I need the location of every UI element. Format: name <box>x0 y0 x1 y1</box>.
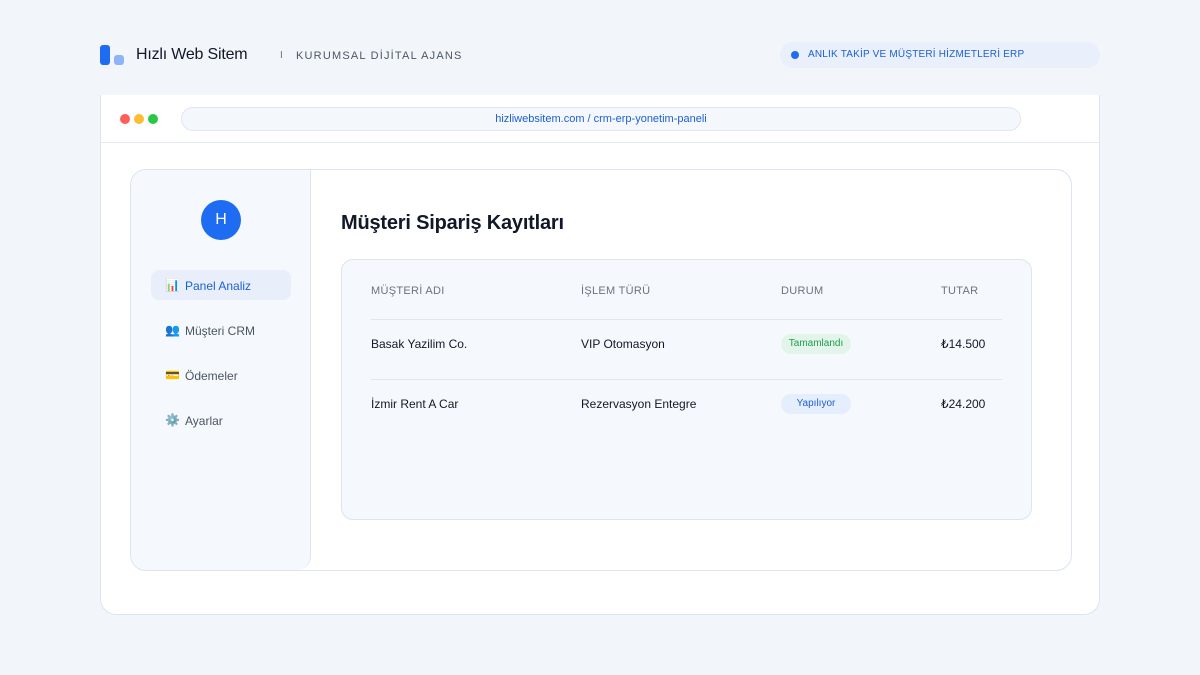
amount: ₺24.200 <box>941 397 986 411</box>
brand-separator: I <box>280 50 283 61</box>
operation-type: VIP Otomasyon <box>581 337 665 351</box>
page-title: Müşteri Sipariş Kayıtları <box>341 212 564 234</box>
column-header-customer[interactable]: MÜŞTERİ ADI <box>371 285 445 297</box>
sidebar-item-label: Müşteri CRM <box>185 324 256 338</box>
sidebar-item-label: Ayarlar <box>185 414 223 428</box>
top-header: Hızlı Web Sitem I KURUMSAL DİJİTAL AJANS… <box>100 42 1100 68</box>
close-window-icon[interactable] <box>120 114 130 124</box>
column-header-status[interactable]: DURUM <box>781 285 823 297</box>
users-icon: 👥 <box>165 323 180 337</box>
orders-table: MÜŞTERİ ADI İŞLEM TÜRÜ DURUM TUTAR Basak… <box>341 259 1032 520</box>
browser-toolbar: hizliwebsitem.com / crm-erp-yonetim-pane… <box>101 95 1099 143</box>
credit-card-icon: 💳 <box>165 368 180 382</box>
row-divider <box>371 319 1002 320</box>
customer-name: İzmir Rent A Car <box>371 397 459 411</box>
status-badge: Yapılıyor <box>781 394 851 414</box>
bar-chart-icon: 📊 <box>165 278 180 292</box>
brand-name[interactable]: Hızlı Web Sitem <box>136 46 248 64</box>
erp-app: H 📊 Panel Analiz 👥 Müşteri CRM 💳 Ödemele… <box>130 169 1072 571</box>
brand-tagline: KURUMSAL DİJİTAL AJANS <box>296 50 463 62</box>
sidebar-item-label: Ödemeler <box>185 369 238 383</box>
status-pill-text: ANLIK TAKİP VE MÜŞTERİ HİZMETLERİ ERP <box>808 49 1025 60</box>
sidebar: H 📊 Panel Analiz 👥 Müşteri CRM 💳 Ödemele… <box>131 170 311 570</box>
main-content: Müşteri Sipariş Kayıtları MÜŞTERİ ADI İŞ… <box>311 170 1071 570</box>
maximize-window-icon[interactable] <box>148 114 158 124</box>
amount: ₺14.500 <box>941 337 986 351</box>
minimize-window-icon[interactable] <box>134 114 144 124</box>
column-header-type[interactable]: İŞLEM TÜRÜ <box>581 285 650 297</box>
avatar[interactable]: H <box>201 200 241 240</box>
sidebar-item-ayarlar[interactable]: ⚙️ Ayarlar <box>151 405 291 435</box>
browser-window: hizliwebsitem.com / crm-erp-yonetim-pane… <box>100 95 1100 615</box>
brand-logo-icon <box>100 45 126 67</box>
status-badge: Tamamlandı <box>781 334 851 354</box>
status-dot-icon <box>791 51 799 59</box>
sidebar-item-label: Panel Analiz <box>185 279 252 293</box>
status-pill: ANLIK TAKİP VE MÜŞTERİ HİZMETLERİ ERP <box>780 42 1100 68</box>
sidebar-item-musteri-crm[interactable]: 👥 Müşteri CRM <box>151 315 291 345</box>
sidebar-item-panel-analiz[interactable]: 📊 Panel Analiz <box>151 270 291 300</box>
row-divider <box>371 379 1002 380</box>
column-header-amount[interactable]: TUTAR <box>941 285 978 297</box>
address-bar[interactable]: hizliwebsitem.com / crm-erp-yonetim-pane… <box>181 107 1021 131</box>
gear-icon: ⚙️ <box>165 413 180 427</box>
sidebar-item-odemeler[interactable]: 💳 Ödemeler <box>151 360 291 390</box>
customer-name: Basak Yazilim Co. <box>371 337 468 351</box>
operation-type: Rezervasyon Entegre <box>581 397 697 411</box>
